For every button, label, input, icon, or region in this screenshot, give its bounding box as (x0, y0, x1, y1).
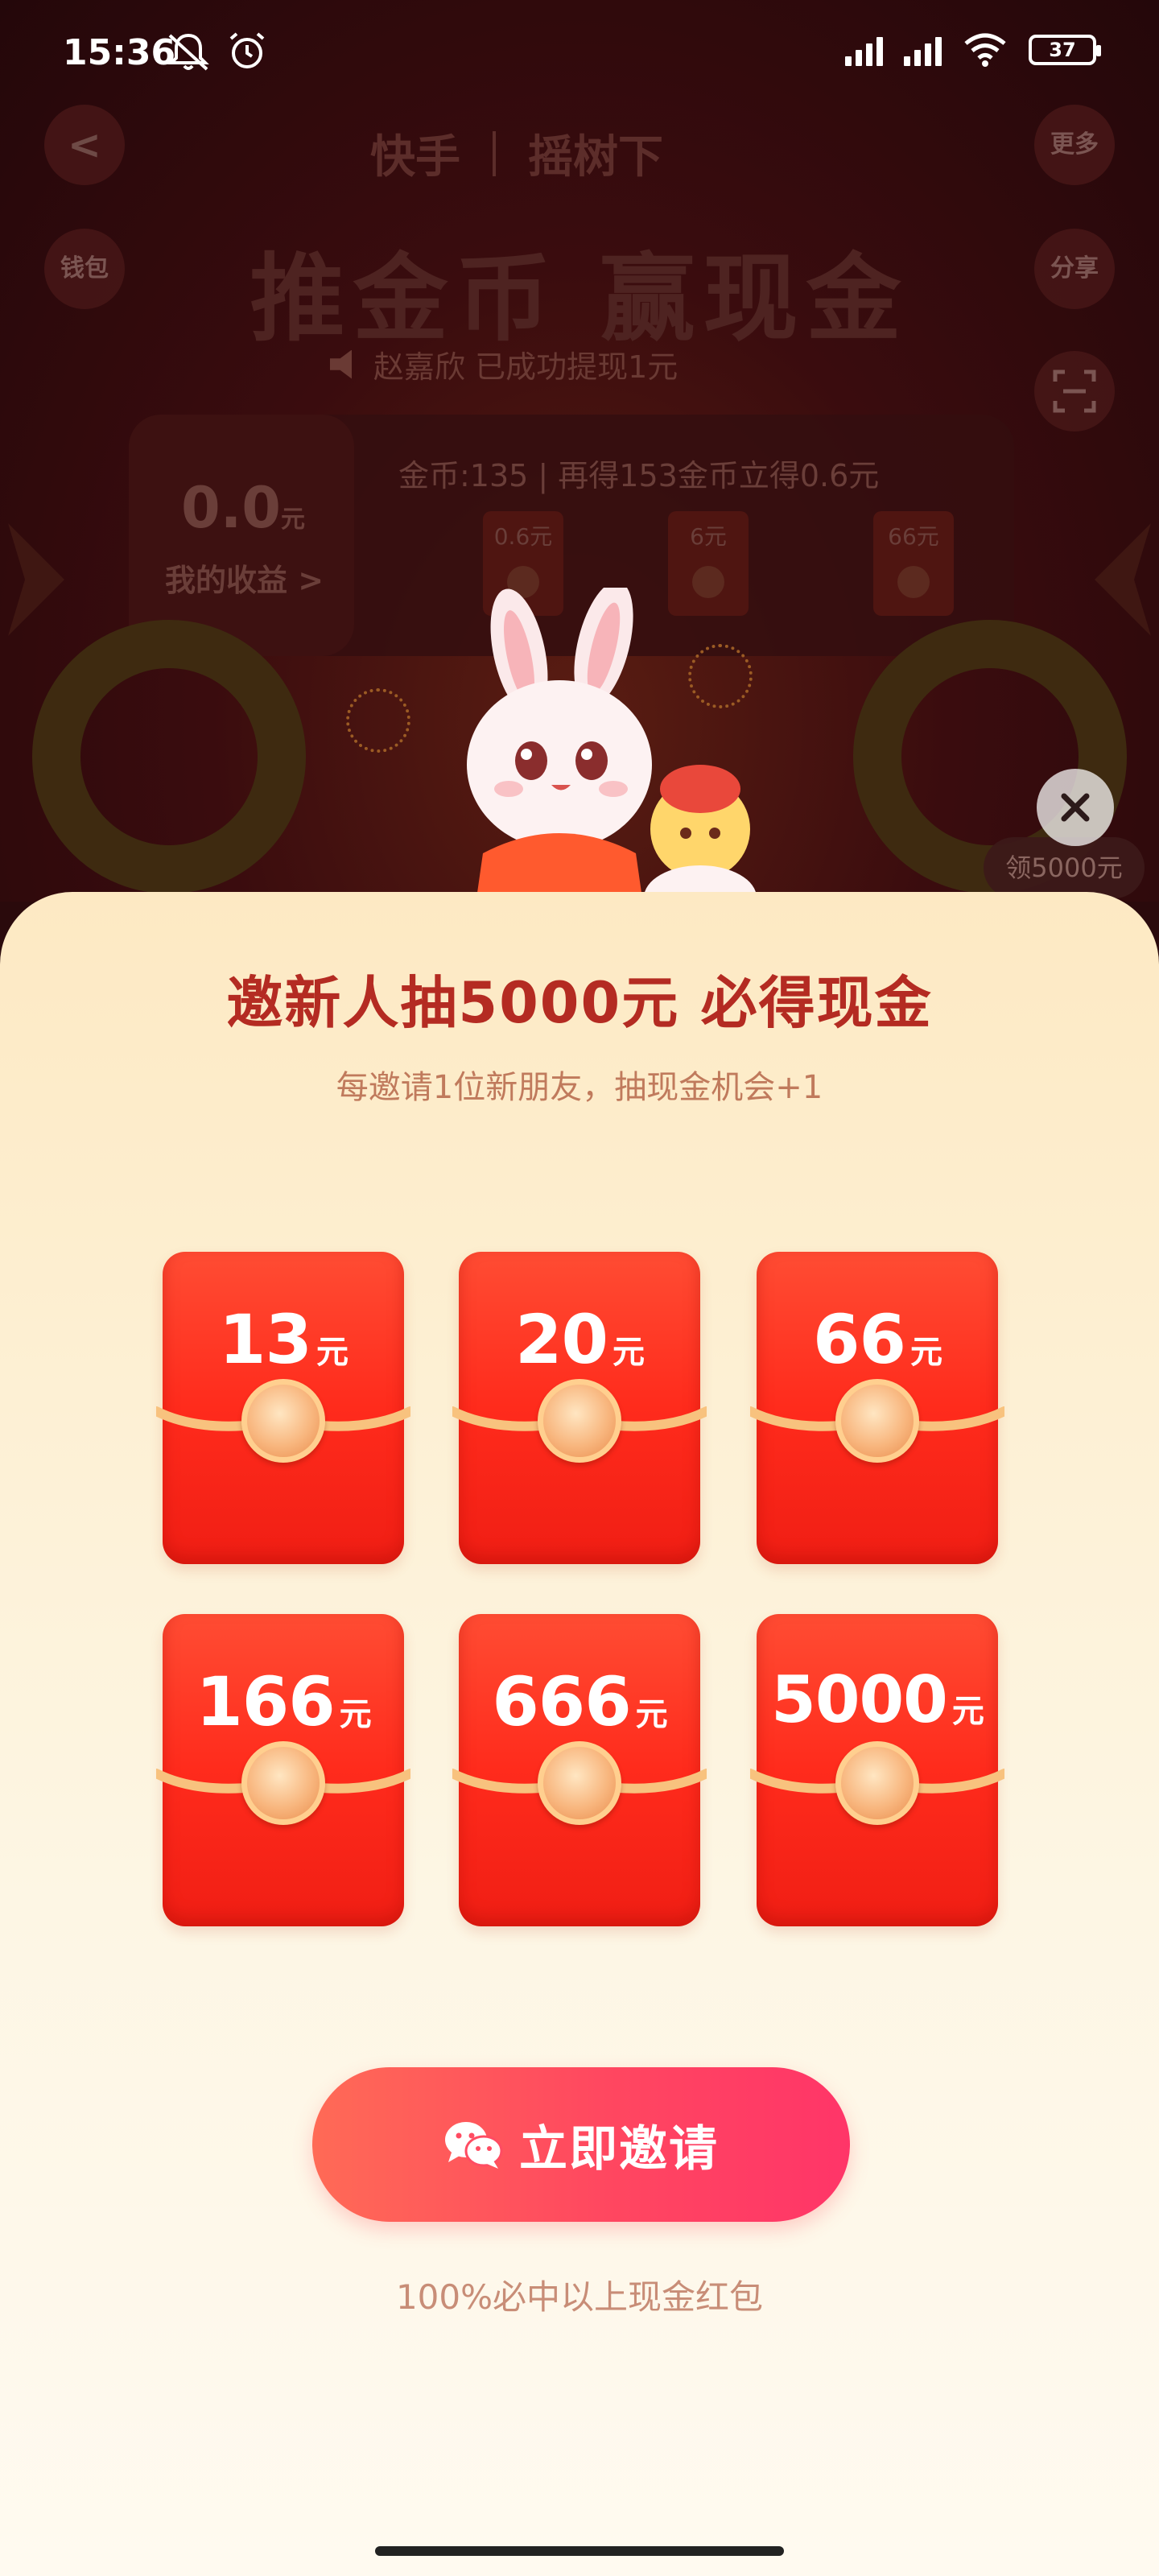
packet-amount: 666 元 (492, 1662, 667, 1741)
claim-5000-floater[interactable]: 领5000元 (984, 837, 1145, 898)
signal-hd-icon (904, 34, 942, 66)
packet-amount: 66 元 (813, 1300, 942, 1379)
brand-kuaishou: 快手 (370, 131, 460, 184)
brand-logo: 快手 摇树下 (370, 121, 663, 186)
income-label: 我的收益 > (165, 563, 324, 598)
game-title: 推金币 赢现金 (250, 243, 909, 354)
alarm-icon (229, 32, 265, 68)
packet-amount: 166 元 (196, 1662, 371, 1741)
red-packet-card: 5000 元 (750, 1614, 1004, 1926)
red-packet-card: 20 元 (452, 1252, 707, 1564)
packet-seal-icon (835, 1741, 919, 1825)
packet-seal-icon (241, 1379, 325, 1463)
guarantee-note: 100%必中以上现金红包 (395, 2277, 764, 2317)
firework-decoration (346, 688, 410, 753)
packet-amount: 5000 元 (771, 1662, 984, 1737)
pusher-machine-decoration (32, 620, 306, 894)
close-icon (1061, 793, 1090, 822)
income-value: 0.0元 (181, 475, 306, 541)
packet-amount: 20 元 (515, 1300, 645, 1379)
red-packet-card: 13 元 (156, 1252, 410, 1564)
wechat-icon (445, 2122, 503, 2169)
speaker-icon (330, 349, 352, 379)
home-indicator[interactable] (375, 2546, 784, 2556)
packet-seal-icon (538, 1379, 621, 1463)
coins-progress-text: 金币:135 | 再得153金币立得0.6元 (398, 458, 880, 493)
left-arrow-icon (8, 523, 64, 636)
invite-now-button[interactable]: 立即邀请 (312, 2067, 850, 2222)
packet-seal-icon (835, 1379, 919, 1463)
ticker-text: 赵嘉欣 已成功提现1元 (373, 349, 678, 385)
right-arrow-icon (1095, 523, 1151, 636)
wifi-icon (964, 33, 1006, 67)
back-button[interactable]: < (44, 105, 125, 185)
brand-yaoshuxia: 摇树下 (528, 131, 663, 184)
rabbit-mascot-illustration (467, 588, 757, 910)
mute-icon (167, 33, 209, 71)
invite-button-label: 立即邀请 (519, 2120, 719, 2178)
scan-icon (1053, 369, 1096, 413)
sheet-subtitle: 每邀请1位新朋友，抽现金机会+1 (336, 1069, 823, 1106)
withdraw-ticker: 赵嘉欣 已成功提现1元 (330, 342, 678, 386)
status-bar: 15:36 37 (0, 0, 1159, 105)
sheet-title: 邀新人抽5000元 必得现金 (226, 970, 933, 1036)
close-button[interactable] (1037, 769, 1114, 846)
battery-icon: 37 (1029, 35, 1101, 65)
signal-hd-icon (845, 34, 883, 66)
red-packet-card: 66 元 (750, 1252, 1004, 1564)
packet-amount: 13 元 (219, 1300, 349, 1379)
red-packet-card: 666 元 (452, 1614, 707, 1926)
packet-seal-icon (241, 1741, 325, 1825)
more-button[interactable]: 更多 (1034, 105, 1115, 185)
mini-red-packet: 66元 (873, 511, 954, 616)
packet-seal-icon (538, 1741, 621, 1825)
red-packet-card: 166 元 (156, 1614, 410, 1926)
scan-button[interactable] (1034, 351, 1115, 431)
status-time: 15:36 (63, 32, 176, 73)
